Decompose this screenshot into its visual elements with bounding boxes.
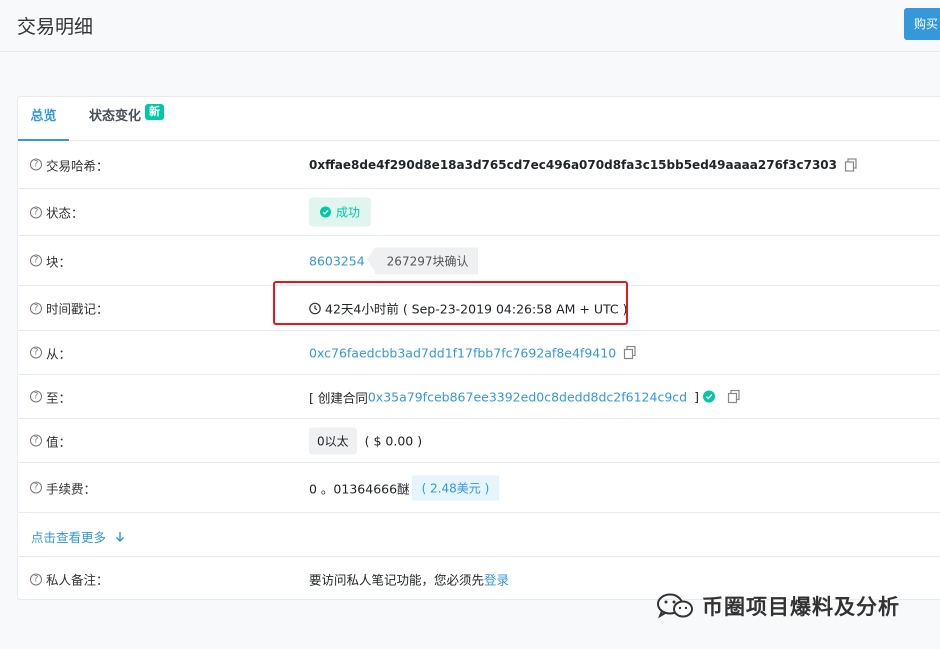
question-icon: ? [30,158,42,171]
status-badge: 成功 [309,197,372,227]
row-block: ? 块： 8603254 267297块确认 [18,236,940,286]
timestamp-label: 时间戳记： [46,301,109,317]
from-label: 从： [46,346,72,361]
value-label: 值： [46,434,72,449]
fee-amount: 0 。01364666醚 [309,481,410,496]
block-number-link[interactable]: 8603254 [309,253,365,268]
show-more-label: 点击查看更多 [31,530,107,545]
show-more-link[interactable]: 点击查看更多 [31,527,126,546]
from-address-link[interactable]: 0xc76faedcbb3ad7dd1f17fbb7fc7692af8e4f94… [309,345,616,360]
transaction-card: 总览 状态变化 新 ? 交易哈希： 0xffae8de4f290d8e18a3d… [17,96,940,600]
question-icon: ? [30,346,42,359]
check-circle-icon [320,206,331,218]
tab-overview[interactable]: 总览 [18,97,69,141]
watermark: 币圈项目爆料及分析 [656,591,900,621]
confirmations-badge: 267297块确认 [366,247,479,274]
new-badge: 新 [145,104,164,120]
wechat-icon [657,593,693,619]
note-label: 私人备注： [46,572,109,588]
login-link[interactable]: 登录 [484,570,509,589]
to-label: 至： [46,390,72,405]
question-icon: ? [30,206,42,218]
question-icon: ? [30,302,42,314]
watermark-text: 币圈项目爆料及分析 [702,595,900,619]
contract-address-link[interactable]: 0x35a79fceb867ee3392ed0c8dedd8dc2f6124c9… [368,389,687,404]
page-header: 交易明细 购买 [0,0,940,52]
tx-hash-label: 交易哈希： [46,158,109,173]
note-text: 要访问私人笔记功能，您必须先 [309,572,485,588]
row-from: ? 从： 0xc76faedcbb3ad7dd1f17fbb7fc7692af8… [18,331,940,375]
fee-usd: ( 2.48美元 ) [411,475,500,500]
question-icon: ? [30,254,42,267]
status-label: 状态： [46,205,84,221]
verified-check-icon [702,390,715,403]
value-amount: 0以太 [309,427,357,454]
fee-label: 手续费： [46,481,97,496]
copy-icon[interactable] [844,157,858,172]
tx-hash-value: 0xffae8de4f290d8e18a3d765cd7ec496a070d8f… [309,157,838,172]
question-icon: ? [30,573,42,585]
to-prefix: [ 创建合同 [309,390,368,405]
copy-icon[interactable] [623,345,637,360]
arrow-down-icon [116,531,125,542]
page-title: 交易明细 [17,16,94,38]
to-suffix: ] [694,389,699,404]
copy-icon[interactable] [727,389,741,404]
row-value: ? 值： 0以太 ( $ 0.00 ) [18,419,940,463]
question-icon: ? [30,481,42,494]
row-to: ? 至： [ 创建合同 0x35a79fceb867ee3392ed0c8ded… [18,375,940,419]
row-tx-hash: ? 交易哈希： 0xffae8de4f290d8e18a3d765cd7ec49… [18,141,940,189]
timestamp-highlight-box [273,281,628,325]
tab-state-changes[interactable]: 状态变化 [89,97,141,141]
question-icon: ? [30,434,42,447]
tab-bar: 总览 状态变化 新 [18,97,940,141]
buy-button[interactable]: 购买 [904,8,940,40]
row-fee: ? 手续费： 0 。01364666醚 ( 2.48美元 ) [18,463,940,513]
block-label: 块： [46,254,72,269]
status-value: 成功 [336,205,361,220]
value-usd: ( $ 0.00 ) [364,433,423,448]
question-icon: ? [30,390,42,403]
row-status: ? 状态： 成功 [18,189,940,236]
